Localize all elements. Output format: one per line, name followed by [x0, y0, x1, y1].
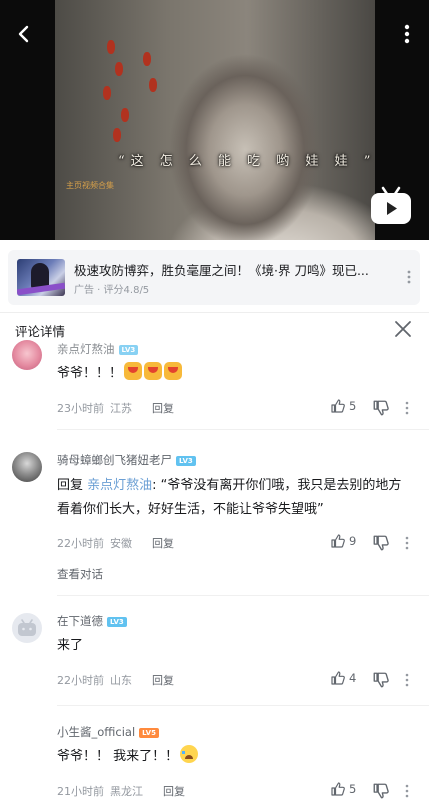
video-subtitle: “这 怎 么 能 吃 哟 娃 娃 ”	[118, 154, 377, 169]
comment-text: 爷爷！！ 我来了！！	[57, 745, 412, 769]
like-button[interactable]: 4	[330, 670, 370, 688]
video-watermark: 主页视频合集	[66, 181, 114, 190]
thumb-down-icon[interactable]	[372, 399, 390, 417]
cry-emoji-icon	[144, 362, 163, 380]
comment-meta: 23小时前 江苏 回复	[57, 400, 174, 416]
comment-time: 23小时前	[57, 402, 104, 415]
background-decoration	[115, 62, 123, 76]
thumb-down-icon[interactable]	[372, 671, 390, 689]
comment-more-icon[interactable]	[402, 671, 412, 689]
comment-location: 黑龙江	[110, 785, 143, 798]
comment-username-text: 在下道德	[57, 614, 103, 628]
thumb-down-icon[interactable]	[372, 534, 390, 552]
thumb-up-icon	[331, 399, 345, 413]
comment-meta: 22小时前 山东 回复	[57, 672, 174, 688]
ad-banner[interactable]: 极速攻防博弈，胜负毫厘之间！《境·界 刀鸣》现已... 广告 · 评分4.8/5	[8, 250, 420, 305]
like-button[interactable]: 5	[330, 781, 370, 799]
level-badge: LV3	[118, 345, 139, 355]
background-decoration	[143, 52, 151, 66]
thumb-down-icon[interactable]	[372, 782, 390, 800]
comment-divider	[57, 429, 429, 430]
level-badge: LV3	[107, 617, 127, 627]
cry-emoji-icon	[164, 362, 183, 380]
ad-title: 极速攻防博弈，胜负毫厘之间！《境·界 刀鸣》现已...	[74, 263, 369, 278]
thumb-up-icon	[331, 782, 345, 796]
level-badge: LV5	[139, 728, 159, 738]
avatar[interactable]	[12, 340, 42, 370]
comment-more-icon[interactable]	[402, 782, 412, 800]
reply-prefix: 回复	[57, 478, 88, 493]
reply-button[interactable]: 回复	[163, 785, 185, 798]
comment-text-content: 爷爷！！！	[57, 366, 123, 381]
panel-divider	[0, 312, 429, 313]
comment-divider	[57, 705, 429, 706]
more-vertical-icon[interactable]	[394, 20, 420, 48]
background-decoration	[149, 78, 157, 92]
comment-meta: 21小时前 黑龙江 回复	[57, 783, 185, 799]
like-count: 9	[349, 534, 357, 548]
avatar[interactable]	[12, 452, 42, 482]
comment-time: 22小时前	[57, 674, 104, 687]
comment-text: 回复 亲点灯熬油: “爷爷没有离开你们哦，我只是去别的地方看着你们长大，好好生活…	[57, 474, 412, 522]
comment-username[interactable]: 亲点灯熬油 LV3	[57, 341, 139, 357]
background-decoration	[103, 86, 111, 100]
background-decoration	[121, 108, 129, 122]
panel-title: 评论详情	[15, 324, 66, 339]
thumb-up-icon	[331, 534, 345, 548]
comment-location: 安徽	[110, 537, 132, 550]
video-player[interactable]: “这 怎 么 能 吃 哟 娃 娃 ” 主页视频合集	[0, 0, 429, 240]
cry-emoji-icon	[124, 362, 143, 380]
comment-username[interactable]: 骑母蟑螂创飞猪妞老尸 LV3	[57, 452, 196, 468]
thumb-up-icon	[331, 671, 345, 685]
bilibili-tv-play-icon[interactable]	[368, 184, 414, 228]
back-arrow-icon[interactable]	[10, 20, 38, 48]
like-count: 5	[349, 399, 357, 413]
default-avatar-icon	[18, 619, 36, 636]
comment-text-content: 爷爷！！ 我来了！！	[57, 749, 179, 764]
close-icon[interactable]	[393, 319, 413, 339]
comment-username-text: 亲点灯熬油	[57, 342, 115, 356]
comment-location: 山东	[110, 674, 132, 687]
comment-time: 21小时前	[57, 785, 104, 798]
comment-location: 江苏	[110, 402, 132, 415]
like-button[interactable]: 5	[330, 398, 370, 416]
comment-more-icon[interactable]	[402, 534, 412, 552]
comment-text: 爷爷！！！	[57, 362, 412, 386]
like-count: 4	[349, 671, 357, 685]
like-button[interactable]: 9	[330, 533, 370, 551]
ad-thumbnail	[17, 259, 65, 296]
comment-divider	[57, 595, 429, 596]
ad-more-icon[interactable]	[404, 268, 414, 286]
ad-meta: 广告 · 评分4.8/5	[74, 285, 150, 296]
comment-text: 来了	[57, 638, 84, 653]
reply-to-user-link[interactable]: 亲点灯熬油	[87, 478, 152, 493]
comment-meta: 22小时前 安徽 回复	[57, 535, 174, 551]
comment-username-text: 小生酱_official	[57, 725, 136, 739]
background-decoration	[107, 40, 115, 54]
sob-emoji-icon	[180, 745, 199, 763]
comment-username[interactable]: 在下道德 LV3	[57, 613, 127, 629]
comment-username[interactable]: 小生酱_official LV5	[57, 724, 159, 740]
reply-button[interactable]: 回复	[152, 674, 174, 687]
comment-time: 22小时前	[57, 537, 104, 550]
reply-button[interactable]: 回复	[152, 537, 174, 550]
comment-more-icon[interactable]	[402, 399, 412, 417]
level-badge: LV3	[176, 456, 196, 466]
avatar[interactable]	[12, 613, 42, 643]
comment-username-text: 骑母蟑螂创飞猪妞老尸	[57, 453, 172, 467]
video-frame	[55, 0, 375, 240]
reply-button[interactable]: 回复	[152, 402, 174, 415]
background-decoration	[113, 128, 121, 142]
view-conversation-link[interactable]: 查看对话	[57, 566, 103, 582]
like-count: 5	[349, 782, 357, 796]
